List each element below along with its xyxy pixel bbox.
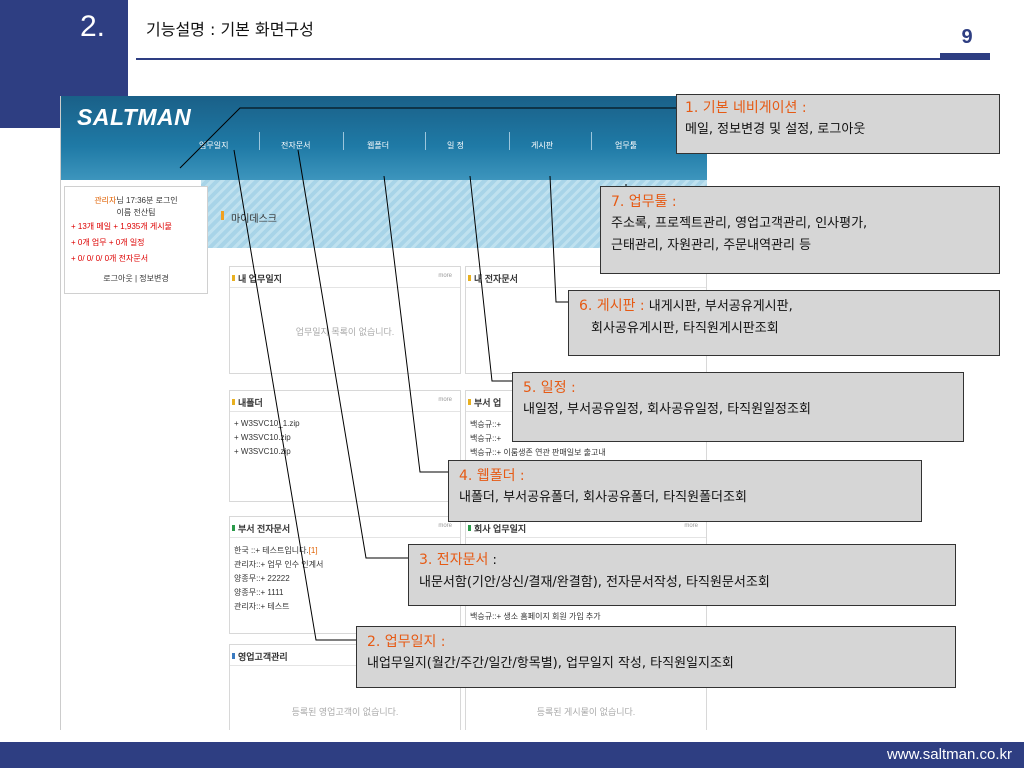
footer-bar (0, 742, 1024, 768)
callout-navigation: 1. 기본 네비게이션 : 메일, 정보변경 및 설정, 로그아웃 (676, 94, 1000, 154)
callout-body: 내게시판, 부서공유게시판, (644, 299, 793, 314)
callout-body: 근태관리, 자원관리, 주문내역관리 등 (611, 238, 812, 253)
connector-1 (179, 107, 676, 169)
callout-worklog: 2. 업무일지 : 내업무일지(월간/주간/일간/항목별), 업무일지 작성, … (356, 626, 956, 688)
callout-heading: 3. 전자문서 (419, 552, 489, 568)
connector-6 (549, 175, 568, 303)
callout-heading: 2. 업무일지 : (367, 634, 446, 650)
callout-body: 회사공유게시판, 타직원게시판조회 (591, 321, 779, 336)
callout-heading: 5. 일정 : (523, 380, 576, 396)
connector-2 (233, 149, 356, 641)
callout-body: 주소록, 프로젝트관리, 영업고객관리, 인사평가, (611, 216, 868, 231)
callout-body: 내일정, 부서공유일정, 회사공유일정, 타직원일정조회 (523, 402, 811, 417)
connector-3 (297, 149, 408, 559)
callout-body: 내문서함(기안/상신/결재/완결함), 전자문서작성, 타직원문서조회 (419, 575, 770, 590)
footer-url[interactable]: www.saltman.co.kr (887, 746, 1012, 763)
callout-heading: 1. 기본 네비게이션 : (685, 100, 807, 116)
connector-4 (383, 175, 448, 473)
callout-heading: 7. 업무툴 : (611, 194, 677, 210)
callout-schedule: 5. 일정 : 내일정, 부서공유일정, 회사공유일정, 타직원일정조회 (512, 372, 964, 442)
callout-edocs: 3. 전자문서 : 내문서함(기안/상신/결재/완결함), 전자문서작성, 타직… (408, 544, 956, 606)
callout-worktools: 7. 업무툴 : 주소록, 프로젝트관리, 영업고객관리, 인사평가, 근태관리… (600, 186, 1000, 274)
callout-webfolder: 4. 웹폴더 : 내폴더, 부서공유폴더, 회사공유폴더, 타직원폴더조회 (448, 460, 922, 522)
callout-heading: 4. 웹폴더 : (459, 468, 525, 484)
callout-body: 내업무일지(월간/주간/일간/항목별), 업무일지 작성, 타직원일지조회 (367, 656, 734, 671)
callout-heading: 6. 게시판 : (579, 298, 645, 314)
callout-body: 메일, 정보변경 및 설정, 로그아웃 (685, 122, 866, 137)
callout-board: 6. 게시판 : 내게시판, 부서공유게시판, 회사공유게시판, 타직원게시판조… (568, 290, 1000, 356)
connector-5 (469, 175, 512, 382)
callout-body: 내폴더, 부서공유폴더, 회사공유폴더, 타직원폴더조회 (459, 490, 747, 505)
callout-body: : (488, 553, 497, 568)
